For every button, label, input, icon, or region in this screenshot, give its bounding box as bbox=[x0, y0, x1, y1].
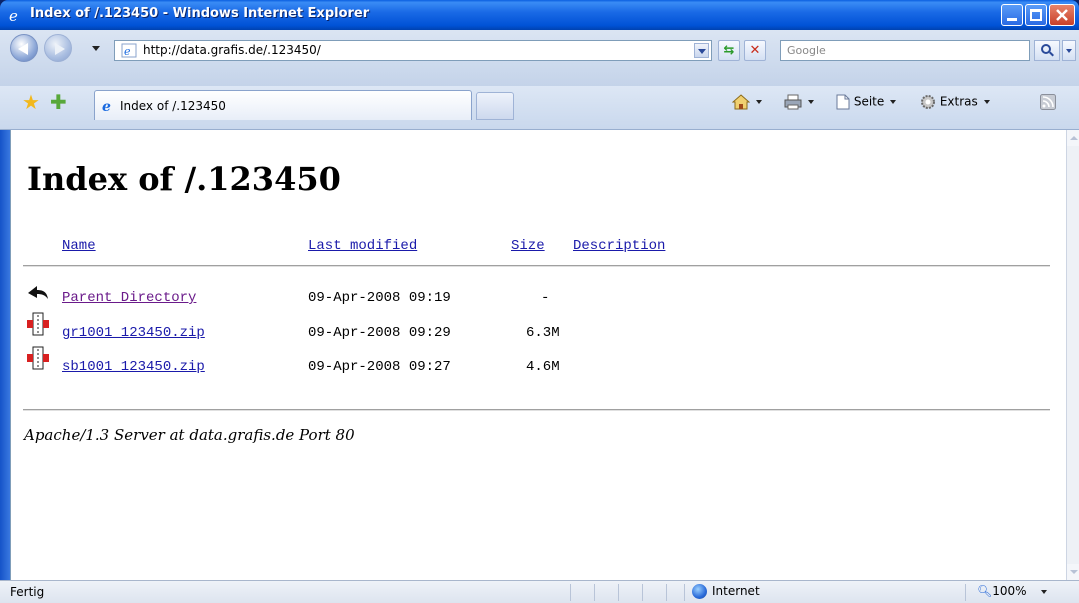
column-header-last-modified[interactable]: Last modified bbox=[308, 238, 417, 254]
last-modified-cell: 09-Apr-2008 09:29 bbox=[308, 325, 451, 341]
last-modified-cell: 09-Apr-2008 09:27 bbox=[308, 359, 451, 375]
tab-current[interactable]: e Index of /.123450 bbox=[94, 90, 472, 120]
search-input[interactable]: Google bbox=[780, 40, 1030, 61]
forward-arrow-icon bbox=[55, 43, 65, 55]
stop-button[interactable]: ✕ bbox=[744, 40, 766, 61]
zoom-level: 100% bbox=[992, 584, 1027, 598]
column-header-description[interactable]: Description bbox=[573, 238, 665, 254]
svg-text:e: e bbox=[124, 45, 131, 58]
gear-icon bbox=[921, 95, 935, 109]
printer-icon bbox=[784, 94, 802, 110]
column-header-size[interactable]: Size bbox=[511, 238, 545, 254]
navigation-bar: e http://data.grafis.de/.123450/ ⇆ ✕ Goo… bbox=[0, 30, 1079, 86]
page-menu-button[interactable]: Seite bbox=[836, 94, 897, 110]
file-link[interactable]: Parent Directory bbox=[62, 290, 196, 306]
search-options-button[interactable] bbox=[1062, 40, 1076, 61]
minimize-button[interactable] bbox=[1001, 4, 1023, 26]
status-text: Fertig bbox=[10, 585, 45, 599]
zip-file-icon bbox=[27, 312, 49, 336]
print-button[interactable] bbox=[784, 94, 814, 110]
zoom-dropdown-icon bbox=[1040, 589, 1047, 594]
security-zone[interactable]: Internet bbox=[692, 584, 760, 599]
forward-button[interactable] bbox=[44, 34, 72, 62]
refresh-icon: ⇆ bbox=[723, 43, 735, 58]
scroll-up-button[interactable] bbox=[1067, 130, 1079, 146]
home-button[interactable] bbox=[731, 94, 762, 110]
tab-bar: ★ ✚ e Index of /.123450 Seite Extras bbox=[0, 86, 1079, 130]
back-button[interactable] bbox=[10, 34, 38, 62]
title-bar: e Index of /.123450 - Windows Internet E… bbox=[0, 0, 1079, 30]
size-cell: - bbox=[541, 290, 550, 306]
close-button[interactable] bbox=[1049, 4, 1075, 26]
search-placeholder: Google bbox=[787, 44, 826, 57]
zone-label: Internet bbox=[712, 584, 760, 598]
file-link[interactable]: gr1001_123450.zip bbox=[62, 325, 205, 341]
parent-directory-icon bbox=[28, 286, 48, 299]
tools-menu-label: Extras bbox=[939, 94, 978, 109]
vertical-scrollbar[interactable] bbox=[1066, 130, 1079, 580]
page-title: Index of /.123450 bbox=[27, 160, 341, 198]
minimize-icon bbox=[1007, 18, 1017, 21]
page-menu-label: Seite bbox=[853, 94, 885, 109]
status-bar: Fertig Internet 🔍︎100% bbox=[0, 580, 1079, 603]
ie-page-icon: e bbox=[121, 43, 137, 58]
address-dropdown-button[interactable] bbox=[694, 43, 709, 58]
refresh-button[interactable]: ⇆ bbox=[718, 40, 740, 61]
new-tab-button[interactable] bbox=[476, 92, 514, 120]
zoom-control[interactable]: 🔍︎100% bbox=[977, 584, 1047, 598]
address-bar[interactable]: e http://data.grafis.de/.123450/ bbox=[114, 40, 712, 61]
window-frame-left bbox=[0, 130, 10, 580]
header-divider bbox=[23, 265, 1050, 267]
address-url[interactable]: http://data.grafis.de/.123450/ bbox=[143, 43, 321, 57]
scroll-down-button[interactable] bbox=[1067, 564, 1079, 580]
back-arrow-icon bbox=[18, 43, 28, 55]
stop-icon: ✕ bbox=[749, 43, 761, 58]
tab-label: Index of /.123450 bbox=[120, 99, 226, 113]
maximize-button[interactable] bbox=[1025, 4, 1047, 26]
zoom-icon: 🔍︎ bbox=[977, 584, 993, 598]
rss-button[interactable] bbox=[1040, 94, 1056, 110]
server-signature: Apache/1.3 Server at data.grafis.de Port… bbox=[24, 426, 355, 444]
favorites-star-icon[interactable]: ★ bbox=[22, 92, 40, 112]
history-dropdown-icon[interactable] bbox=[92, 46, 100, 51]
close-icon bbox=[1056, 9, 1068, 21]
rss-feed-icon bbox=[1040, 94, 1056, 110]
globe-icon bbox=[692, 584, 707, 599]
tools-menu-button[interactable]: Extras bbox=[920, 94, 990, 110]
home-icon bbox=[731, 94, 751, 110]
svg-text:e: e bbox=[102, 99, 111, 113]
last-modified-cell: 09-Apr-2008 09:19 bbox=[308, 290, 451, 306]
page-icon bbox=[836, 94, 850, 110]
ie-logo-icon: e bbox=[9, 7, 18, 23]
size-cell: 6.3M bbox=[526, 325, 560, 341]
add-favorites-icon[interactable]: ✚ bbox=[50, 92, 67, 112]
zip-file-icon bbox=[27, 346, 49, 370]
file-link[interactable]: sb1001_123450.zip bbox=[62, 359, 205, 375]
footer-divider bbox=[23, 409, 1050, 411]
svg-text:e: e bbox=[9, 7, 18, 23]
window-title: Index of /.123450 - Windows Internet Exp… bbox=[30, 6, 370, 21]
ie-page-icon: e bbox=[102, 99, 111, 113]
search-button[interactable] bbox=[1034, 40, 1060, 61]
maximize-icon bbox=[1030, 9, 1042, 21]
size-cell: 4.6M bbox=[526, 359, 560, 375]
column-header-name[interactable]: Name bbox=[62, 238, 96, 254]
